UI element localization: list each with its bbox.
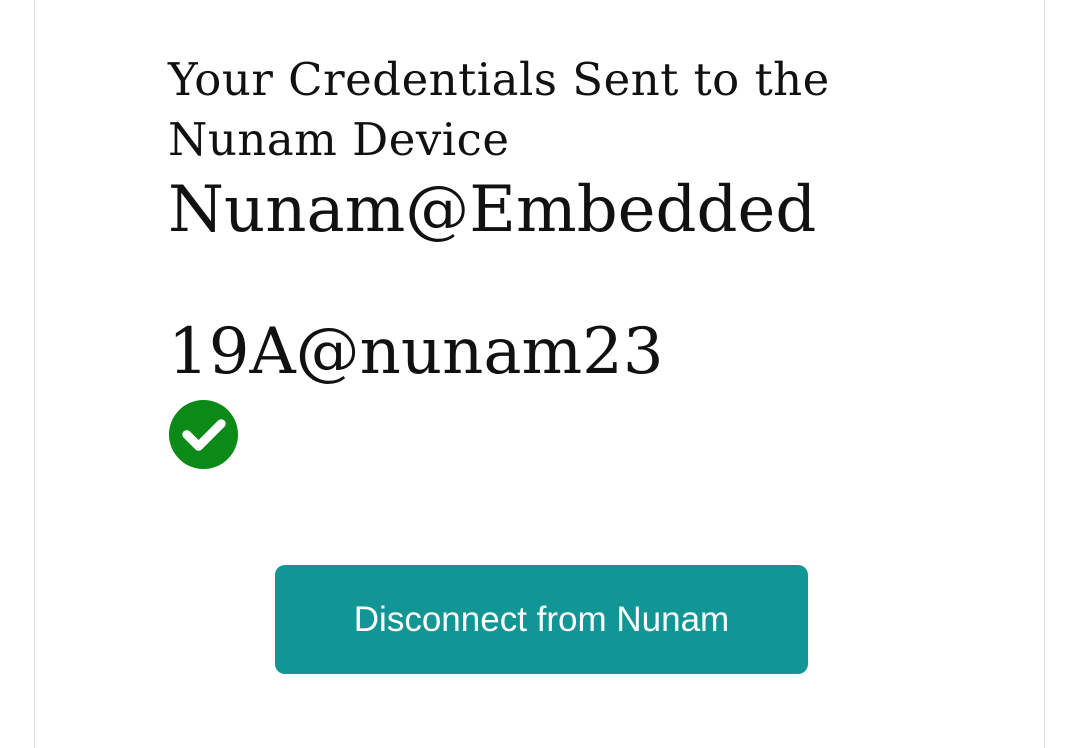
network-password: 19A@nunam23 (168, 315, 664, 389)
network-name: Nunam@Embedded (168, 173, 817, 247)
disconnect-button[interactable]: Disconnect from Nunam (275, 565, 808, 674)
check-circle-icon (168, 399, 239, 470)
content-card: Your Credentials Sent to the Nunam Devic… (34, 0, 1045, 748)
check-circle-background (168, 399, 239, 470)
credentials-sent-screen: Your Credentials Sent to the Nunam Devic… (0, 0, 1080, 748)
page-title: Your Credentials Sent to the Nunam Devic… (168, 53, 830, 166)
